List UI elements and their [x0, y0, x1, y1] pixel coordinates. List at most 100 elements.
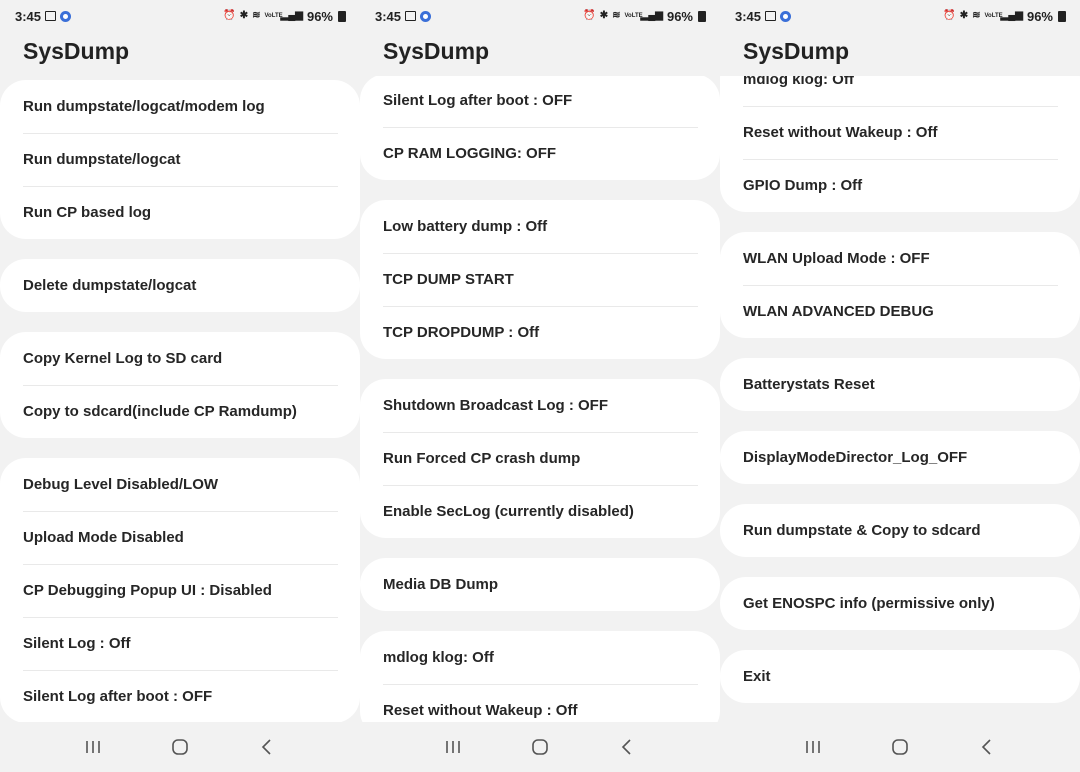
home-icon — [892, 739, 908, 755]
list-item[interactable]: Debug Level Disabled/LOW — [0, 458, 360, 511]
status-time: 3:45 — [15, 8, 42, 24]
navigation-bar — [720, 722, 1080, 772]
home-icon — [172, 739, 188, 755]
home-icon — [532, 739, 548, 755]
list-item[interactable]: Run dumpstate & Copy to sdcard — [720, 504, 1080, 557]
gallery-notification-icon — [45, 11, 57, 21]
battery-percent: 96% — [1026, 8, 1053, 24]
settings-card: WLAN Upload Mode : OFF WLAN ADVANCED DEBU… — [720, 232, 1080, 338]
list-item[interactable]: WLAN Upload Mode : OFF — [720, 232, 1080, 285]
status-time: 3:45 — [375, 8, 402, 24]
status-time: 3:45 — [735, 8, 762, 24]
navigation-bar — [360, 722, 720, 772]
list-item[interactable]: Batterystats Reset — [720, 358, 1080, 411]
recents-icon — [806, 741, 821, 753]
list-item[interactable]: CP Debugging Popup UI : Disabled — [0, 564, 360, 617]
settings-card: Delete dumpstate/logcat — [0, 259, 360, 312]
app-notification-icon — [780, 10, 792, 22]
wifi-icon: ≋ — [972, 10, 981, 21]
bluetooth-icon: ✱ — [239, 10, 249, 21]
recents-button[interactable] — [73, 727, 113, 767]
list-item[interactable]: Run dumpstate/logcat — [0, 133, 360, 186]
alarm-icon: ⏰ — [223, 10, 236, 21]
back-icon — [621, 739, 631, 755]
settings-card: Low battery dump : Off TCP DUMP START TCP … — [360, 200, 720, 359]
page-title: SysDump — [383, 38, 490, 64]
recents-icon — [86, 741, 101, 753]
battery-percent: 96% — [306, 8, 333, 24]
battery-icon — [698, 10, 706, 22]
back-button[interactable] — [967, 727, 1007, 767]
list-item[interactable]: Run dumpstate/logcat/modem log — [0, 80, 360, 133]
battery-icon — [1058, 10, 1066, 22]
status-right: ⏰ ✱ ≋ VoLTE ▂▄▆ 96% — [943, 9, 1066, 24]
status-left: 3:45 — [735, 8, 792, 24]
volte-label: VoLTE — [624, 13, 643, 19]
settings-list: Run dumpstate/logcat/modem log Run dumpst… — [0, 80, 360, 722]
status-right: ⏰ ✱ ≋ VoLTE ▂▄▆ 96% — [583, 9, 706, 24]
page-title: SysDump — [23, 38, 130, 64]
list-item[interactable]: Shutdown Broadcast Log : OFF — [360, 379, 720, 432]
settings-list: Silent Log after boot : OFF CP RAM LOGGIN… — [360, 76, 720, 722]
list-item[interactable]: Upload Mode Disabled — [0, 511, 360, 564]
list-item[interactable]: Low battery dump : Off — [360, 200, 720, 253]
list-item[interactable]: GPIO Dump : Off — [720, 159, 1080, 212]
list-item[interactable]: TCP DUMP START — [360, 253, 720, 306]
back-button[interactable] — [607, 727, 647, 767]
home-button[interactable] — [520, 727, 560, 767]
signal-icon: ▂▄▆ — [640, 10, 663, 21]
list-item[interactable]: Silent Log : Off — [0, 617, 360, 670]
home-button[interactable] — [880, 727, 920, 767]
list-item[interactable]: Exit — [720, 650, 1080, 703]
back-icon — [981, 739, 991, 755]
screenshot-panel-3: 3:45 ⏰ ✱ ≋ VoLTE ▂▄▆ 96% SysDump mdlog k… — [720, 0, 1080, 772]
battery-percent: 96% — [666, 8, 693, 24]
list-item[interactable]: Copy to sdcard(include CP Ramdump) — [0, 385, 360, 438]
settings-card: Debug Level Disabled/LOW Upload Mode Disa… — [0, 458, 360, 722]
settings-list-viewport[interactable]: Silent Log after boot : OFF CP RAM LOGGIN… — [360, 76, 720, 722]
list-item[interactable]: DisplayModeDirector_Log_OFF — [720, 431, 1080, 484]
gallery-notification-icon — [765, 11, 777, 21]
home-button[interactable] — [160, 727, 200, 767]
list-item[interactable]: Silent Log after boot : OFF — [0, 670, 360, 722]
recents-button[interactable] — [433, 727, 473, 767]
list-item[interactable]: Silent Log after boot : OFF — [360, 76, 720, 127]
signal-icon: ▂▄▆ — [280, 10, 303, 21]
bluetooth-icon: ✱ — [599, 10, 609, 21]
settings-list-viewport[interactable]: mdlog klog: Off Reset without Wakeup : Of… — [720, 76, 1080, 722]
settings-card: Run dumpstate & Copy to sdcard — [720, 504, 1080, 557]
list-item[interactable]: WLAN ADVANCED DEBUG — [720, 285, 1080, 338]
screenshot-panel-2: 3:45 ⏰ ✱ ≋ VoLTE ▂▄▆ 96% SysDump Silent … — [360, 0, 720, 772]
settings-card: Media DB Dump — [360, 558, 720, 611]
list-item[interactable]: Reset without Wakeup : Off — [720, 106, 1080, 159]
settings-card: DisplayModeDirector_Log_OFF — [720, 431, 1080, 484]
settings-card: Shutdown Broadcast Log : OFF Run Forced C… — [360, 379, 720, 538]
alarm-icon: ⏰ — [583, 10, 596, 21]
status-left: 3:45 — [15, 8, 72, 24]
list-item[interactable]: mdlog klog: Off — [360, 631, 720, 684]
recents-button[interactable] — [793, 727, 833, 767]
settings-card: Silent Log after boot : OFF CP RAM LOGGIN… — [360, 76, 720, 180]
list-item[interactable]: Reset without Wakeup : Off — [360, 684, 720, 722]
list-item[interactable]: Media DB Dump — [360, 558, 720, 611]
list-item[interactable]: Enable SecLog (currently disabled) — [360, 485, 720, 538]
back-button[interactable] — [247, 727, 287, 767]
list-item[interactable]: Copy Kernel Log to SD card — [0, 332, 360, 385]
list-item[interactable]: CP RAM LOGGING: OFF — [360, 127, 720, 180]
list-item[interactable]: Delete dumpstate/logcat — [0, 259, 360, 312]
status-bar: 3:45 ⏰ ✱ ≋ VoLTE ▂▄▆ 96% — [360, 0, 720, 32]
back-icon — [261, 739, 271, 755]
signal-icon: ▂▄▆ — [1000, 10, 1023, 21]
settings-card: mdlog klog: Off Reset without Wakeup : Of… — [720, 76, 1080, 212]
navigation-bar — [0, 722, 360, 772]
list-item[interactable]: TCP DROPDUMP : Off — [360, 306, 720, 359]
list-item[interactable]: mdlog klog: Off — [720, 76, 1080, 106]
bluetooth-icon: ✱ — [959, 10, 969, 21]
settings-card: Get ENOSPC info (permissive only) — [720, 577, 1080, 630]
list-item[interactable]: Run Forced CP crash dump — [360, 432, 720, 485]
list-item[interactable]: Get ENOSPC info (permissive only) — [720, 577, 1080, 630]
settings-card: Run dumpstate/logcat/modem log Run dumpst… — [0, 80, 360, 239]
settings-list-viewport[interactable]: Run dumpstate/logcat/modem log Run dumpst… — [0, 76, 360, 722]
battery-icon — [338, 10, 346, 22]
list-item[interactable]: Run CP based log — [0, 186, 360, 239]
